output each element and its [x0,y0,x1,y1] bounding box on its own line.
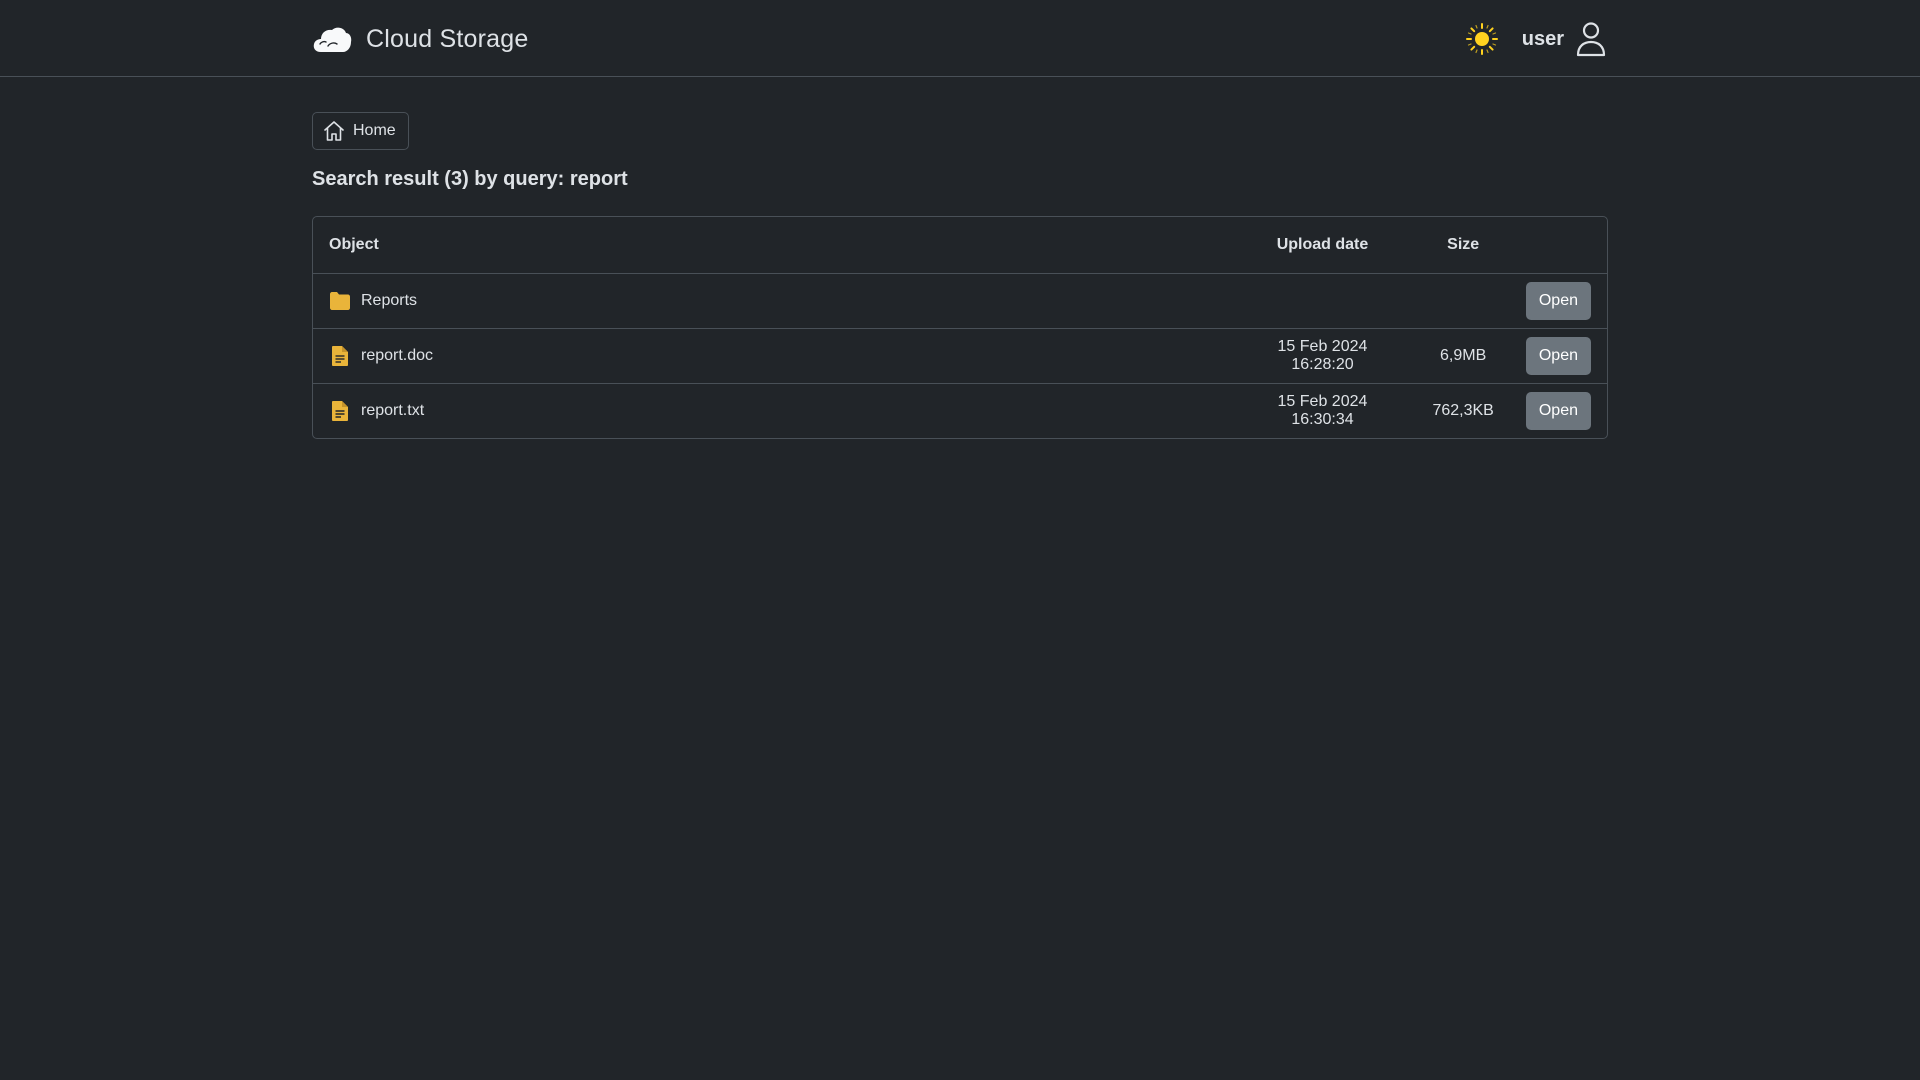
top-navbar: Cloud Storage user [0,0,1920,77]
folder-icon [329,290,351,312]
person-icon [1574,19,1608,59]
object-name: Reports [361,291,418,309]
open-button[interactable]: Open [1525,336,1591,375]
table-row: report.txt 15 Feb 2024 16:30:34 762,3KB … [313,383,1607,438]
column-header-actions [1509,217,1607,274]
object-name: report.doc [361,346,434,364]
upload-date-cell [1228,273,1417,329]
table-row: Reports Open [313,273,1607,329]
object-link[interactable]: report.txt [329,400,1212,422]
object-link[interactable]: Reports [329,290,1212,312]
user-name: user [1521,27,1564,50]
object-link[interactable]: report.doc [329,345,1212,367]
table-header-row: Object Upload date Size [313,217,1607,274]
upload-date-cell: 15 Feb 2024 16:30:34 [1277,392,1368,428]
size-cell: 762,3KB [1432,401,1494,419]
column-header-upload-date[interactable]: Upload date [1228,217,1417,274]
search-result-title: Search result (3) by query: report [312,168,628,190]
upload-date-cell: 15 Feb 2024 16:28:20 [1228,328,1417,384]
cloud-icon [312,19,352,59]
object-name: report.txt [361,401,425,419]
breadcrumb-home-button[interactable]: Home [312,112,409,150]
file-icon [329,345,351,367]
brand-link[interactable]: Cloud Storage [312,18,528,60]
sun-icon [1465,22,1499,56]
breadcrumb-home-label: Home [353,122,396,139]
theme-toggle-button[interactable] [1462,19,1502,59]
open-button[interactable]: Open [1525,391,1591,430]
house-icon [323,120,345,142]
column-header-object[interactable]: Object [313,217,1229,274]
file-icon [329,400,351,422]
results-table-container: Object Upload date Size Reports Open rep… [312,216,1608,439]
user-menu[interactable]: user [1522,19,1608,59]
table-row: report.doc 15 Feb 2024 16:28:20 6,9MB Op… [313,328,1607,384]
size-cell: 6,9MB [1416,328,1510,384]
open-button[interactable]: Open [1525,281,1591,320]
results-table: Object Upload date Size Reports Open rep… [313,217,1607,438]
column-header-size[interactable]: Size [1416,217,1510,274]
app-title: Cloud Storage [366,24,529,53]
size-cell [1416,273,1510,329]
main-content: Home Search result (3) by query: report … [312,77,1608,439]
header-actions: user [1462,18,1608,60]
